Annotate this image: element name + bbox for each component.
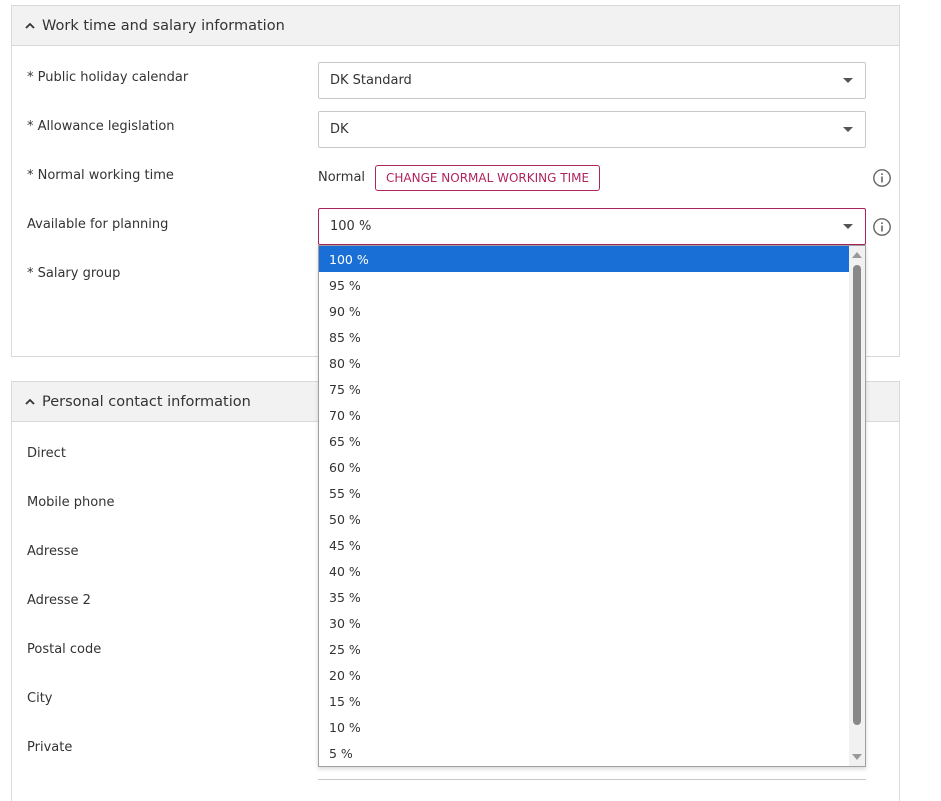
adresse-label: Adresse bbox=[27, 544, 79, 559]
dropdown-option[interactable]: 75 % bbox=[319, 376, 850, 402]
scrollbar-thumb[interactable] bbox=[853, 265, 861, 725]
dropdown-option[interactable]: 20 % bbox=[319, 662, 850, 688]
direct-label: Direct bbox=[27, 446, 66, 461]
section-title: Work time and salary information bbox=[42, 17, 285, 34]
dropdown-option[interactable]: 40 % bbox=[319, 558, 850, 584]
dropdown-option[interactable]: 80 % bbox=[319, 350, 850, 376]
work-time-section-header[interactable]: Work time and salary information bbox=[12, 6, 899, 46]
city-label: City bbox=[27, 691, 53, 706]
allowance-legislation-select[interactable]: DK bbox=[318, 111, 866, 148]
dropdown-option[interactable]: 90 % bbox=[319, 298, 850, 324]
dropdown-option[interactable]: 95 % bbox=[319, 272, 850, 298]
scroll-down-arrow-icon[interactable] bbox=[852, 754, 862, 760]
private-label: Private bbox=[27, 740, 73, 755]
dropdown-option[interactable]: 30 % bbox=[319, 610, 850, 636]
dropdown-option[interactable]: 25 % bbox=[319, 636, 850, 662]
normal-working-time-value: Normal bbox=[318, 170, 366, 185]
chevron-up-icon bbox=[24, 396, 36, 408]
available-for-planning-value: 100 % bbox=[330, 219, 372, 234]
dropdown-option[interactable]: 50 % bbox=[319, 506, 850, 532]
adresse-2-label: Adresse 2 bbox=[27, 593, 91, 608]
dropdown-option[interactable]: 10 % bbox=[319, 714, 850, 740]
dropdown-option[interactable]: 70 % bbox=[319, 402, 850, 428]
salary-group-label: * Salary group bbox=[27, 266, 121, 281]
available-for-planning-label: Available for planning bbox=[27, 217, 169, 232]
dropdown-option[interactable]: 5 % bbox=[319, 740, 850, 766]
allowance-legislation-label: * Allowance legislation bbox=[27, 119, 175, 134]
dropdown-option[interactable]: 35 % bbox=[319, 584, 850, 610]
dropdown-option[interactable]: 100 % bbox=[319, 246, 850, 272]
dropdown-option[interactable]: 15 % bbox=[319, 688, 850, 714]
chevron-up-icon bbox=[24, 20, 36, 32]
planning-dropdown-list[interactable]: 100 % 95 % 90 % 85 % 80 % 75 % 70 % 65 %… bbox=[318, 245, 866, 767]
allowance-legislation-value: DK bbox=[330, 122, 349, 137]
change-normal-working-time-button[interactable]: CHANGE NORMAL WORKING TIME bbox=[375, 165, 601, 191]
info-icon[interactable] bbox=[872, 168, 892, 188]
scroll-up-arrow-icon[interactable] bbox=[852, 252, 862, 258]
holiday-calendar-value: DK Standard bbox=[330, 73, 412, 88]
chevron-down-icon bbox=[843, 77, 853, 83]
dropdown-scrollbar[interactable] bbox=[849, 246, 865, 766]
dropdown-option[interactable]: 55 % bbox=[319, 480, 850, 506]
section-title: Personal contact information bbox=[42, 393, 251, 410]
mobile-phone-label: Mobile phone bbox=[27, 495, 115, 510]
chevron-down-icon bbox=[843, 126, 853, 132]
chevron-down-icon bbox=[843, 223, 853, 229]
postal-code-label: Postal code bbox=[27, 642, 102, 657]
available-for-planning-select[interactable]: 100 % bbox=[318, 208, 866, 245]
dropdown-option[interactable]: 45 % bbox=[319, 532, 850, 558]
dropdown-option[interactable]: 60 % bbox=[319, 454, 850, 480]
input-border bbox=[318, 779, 866, 780]
dropdown-option[interactable]: 85 % bbox=[319, 324, 850, 350]
holiday-calendar-select[interactable]: DK Standard bbox=[318, 62, 866, 99]
dropdown-option[interactable]: 65 % bbox=[319, 428, 850, 454]
normal-working-time-label: * Normal working time bbox=[27, 168, 174, 183]
holiday-calendar-label: * Public holiday calendar bbox=[27, 70, 189, 85]
info-icon[interactable] bbox=[872, 217, 892, 237]
